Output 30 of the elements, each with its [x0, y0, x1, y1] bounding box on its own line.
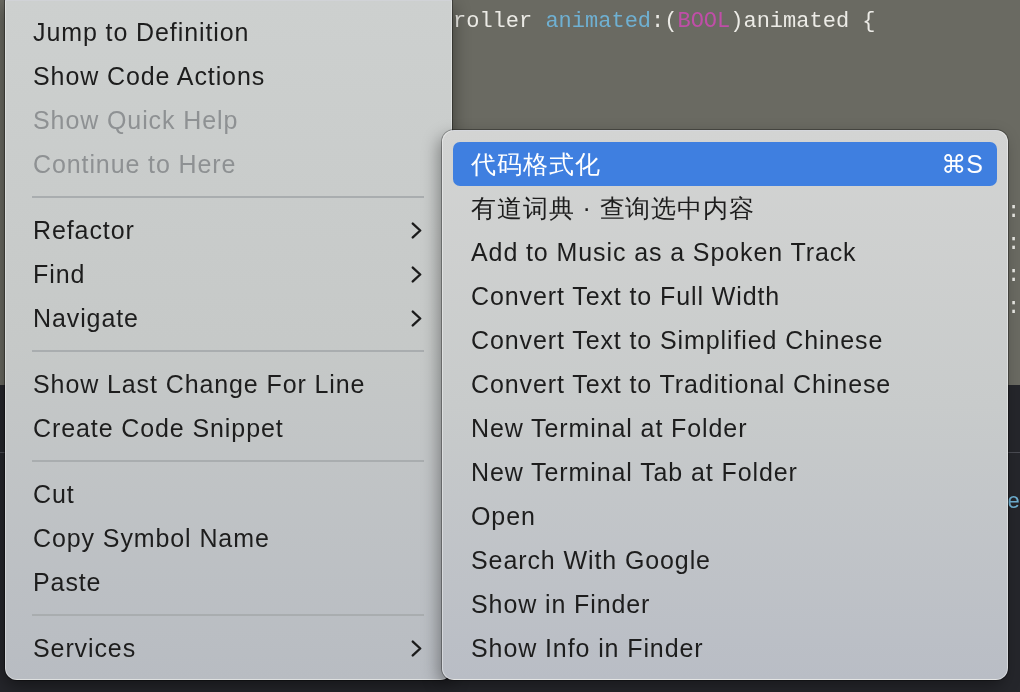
menu-item[interactable]: Show Info in Finder	[453, 626, 997, 670]
code-fragment: e	[1007, 489, 1020, 517]
menu-item[interactable]: Services	[6, 626, 440, 670]
menu-item[interactable]: Create Code Snippet	[6, 406, 440, 450]
menu-item[interactable]: Convert Text to Simplified Chinese	[453, 318, 997, 362]
code-fragment: :	[1007, 262, 1020, 290]
menu-item[interactable]: Jump to Definition	[6, 10, 440, 54]
menu-item[interactable]: 有道词典 · 查询选中内容	[453, 186, 997, 230]
code-fragment: :	[1007, 198, 1020, 226]
code-fragment: :	[1007, 294, 1020, 322]
menu-item[interactable]: Copy Symbol Name	[6, 516, 440, 560]
menu-item[interactable]: Navigate	[6, 296, 440, 340]
menu-item[interactable]: Show Last Change For Line	[6, 362, 440, 406]
keyboard-shortcut: ⌘S	[941, 149, 983, 179]
menu-item[interactable]: Convert Text to Traditional Chinese	[453, 362, 997, 406]
menu-item[interactable]: Refactor	[6, 208, 440, 252]
menu-item[interactable]: Cut	[6, 472, 440, 516]
menu-item[interactable]: Find	[6, 252, 440, 296]
code-line: roller animated:(BOOL)animated {	[453, 8, 876, 36]
menu-item[interactable]: Show in Finder	[453, 582, 997, 626]
menu-item[interactable]: Convert Text to Full Width	[453, 274, 997, 318]
menu-item[interactable]: Paste	[6, 560, 440, 604]
menu-item[interactable]: Search With Google	[453, 538, 997, 582]
menu-item[interactable]: Add to Music as a Spoken Track	[453, 230, 997, 274]
menu-item[interactable]: Show Code Actions	[6, 54, 440, 98]
menu-item[interactable]: New Terminal Tab at Folder	[453, 450, 997, 494]
code-fragment: :	[1007, 230, 1020, 258]
menu-item[interactable]: Open	[453, 494, 997, 538]
menu-item[interactable]: 代码格式化 ⌘S	[453, 142, 997, 186]
menu-item[interactable]: New Terminal at Folder	[453, 406, 997, 450]
